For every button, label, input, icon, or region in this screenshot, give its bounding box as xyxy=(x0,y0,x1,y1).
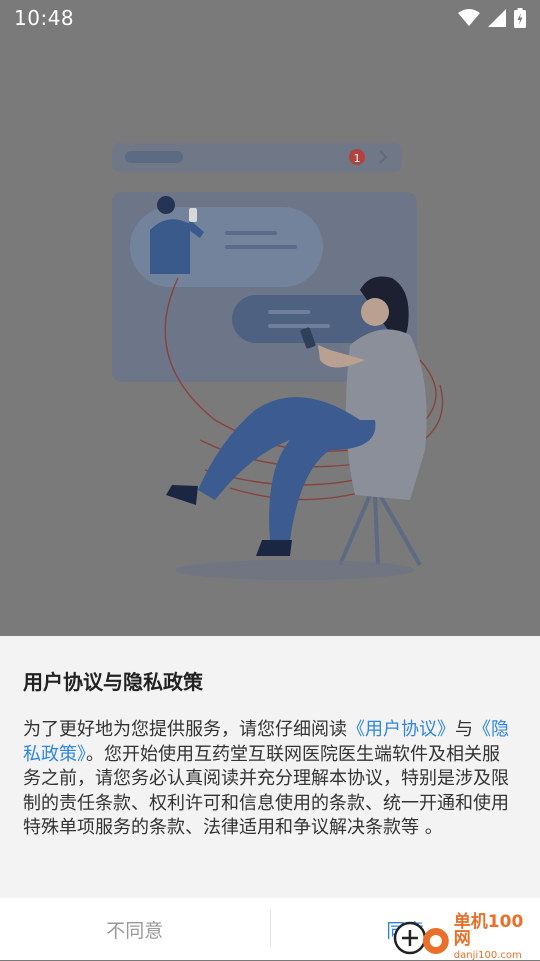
body-text-main: 。您开始使用互药堂互联网医院医生端软件及相关服务之前，请您务必认真阅读并充分理解… xyxy=(23,744,509,839)
watermark: 单机100网 danji100.com xyxy=(392,914,540,961)
wifi-icon xyxy=(458,9,480,27)
user-agreement-link[interactable]: 《用户协议》 xyxy=(347,719,455,740)
dialog-body: 为了更好地为您提供服务，请您仔细阅读《用户协议》与《隐私政策》。您开始使用互药堂… xyxy=(23,718,515,841)
cellular-signal-icon xyxy=(488,9,506,27)
body-text-and: 与 xyxy=(455,719,473,740)
status-bar: 10:48 xyxy=(0,0,540,36)
watermark-logo-icon xyxy=(392,919,450,957)
dialog-title: 用户协议与隐私政策 xyxy=(23,666,203,695)
watermark-main-text: 单机100网 xyxy=(454,914,540,948)
illustration: 1 xyxy=(0,36,540,636)
body-text-intro: 为了更好地为您提供服务，请您仔细阅读 xyxy=(23,719,347,740)
disagree-button[interactable]: 不同意 xyxy=(0,898,270,960)
status-icons xyxy=(458,8,526,28)
battery-icon xyxy=(514,8,526,28)
chair xyxy=(340,495,420,565)
status-time: 10:48 xyxy=(14,6,74,30)
notification-badge-count: 1 xyxy=(354,152,361,165)
